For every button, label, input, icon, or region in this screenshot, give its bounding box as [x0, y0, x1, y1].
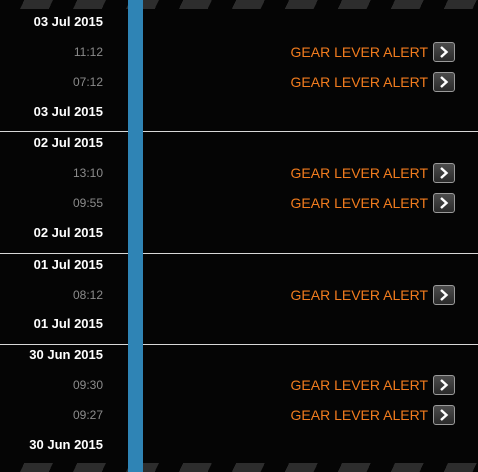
event-time: 09:30	[72, 378, 103, 392]
group-date-top: 03 Jul 2015	[33, 14, 103, 29]
event-alert-link[interactable]: GEAR LEVER ALERT	[228, 195, 428, 211]
chevron-right-icon	[440, 409, 449, 421]
bottom-stripe-decoration	[0, 463, 478, 472]
chevron-right-icon	[440, 76, 449, 88]
event-time: 11:12	[73, 45, 103, 59]
chevron-right-icon	[440, 197, 449, 209]
group-divider	[0, 344, 478, 345]
group-date-top: 02 Jul 2015	[33, 135, 103, 150]
chevron-right-icon	[440, 167, 449, 179]
group-date-bottom: 01 Jul 2015	[33, 316, 103, 331]
event-details-button[interactable]	[433, 193, 455, 213]
group-date-bottom: 30 Jun 2015	[29, 437, 103, 452]
event-alert-link[interactable]: GEAR LEVER ALERT	[228, 165, 428, 181]
event-time: 09:55	[72, 196, 103, 210]
event-time: 08:12	[72, 288, 103, 302]
group-date-top: 01 Jul 2015	[33, 257, 103, 272]
chevron-right-icon	[440, 379, 449, 391]
group-date-bottom: 03 Jul 2015	[33, 104, 103, 119]
event-details-button[interactable]	[433, 375, 455, 395]
event-details-button[interactable]	[433, 405, 455, 425]
event-alert-link[interactable]: GEAR LEVER ALERT	[228, 287, 428, 303]
group-divider	[0, 131, 478, 132]
event-details-button[interactable]	[433, 72, 455, 92]
event-alert-link[interactable]: GEAR LEVER ALERT	[228, 377, 428, 393]
top-stripe-decoration	[0, 0, 478, 9]
chevron-right-icon	[440, 46, 449, 58]
group-date-bottom: 02 Jul 2015	[33, 225, 103, 240]
timeline-rail	[128, 0, 143, 472]
chevron-right-icon	[440, 289, 449, 301]
event-details-button[interactable]	[433, 285, 455, 305]
group-date-top: 30 Jun 2015	[29, 347, 103, 362]
event-alert-link[interactable]: GEAR LEVER ALERT	[228, 74, 428, 90]
event-time: 13:10	[72, 166, 103, 180]
event-alert-link[interactable]: GEAR LEVER ALERT	[228, 44, 428, 60]
group-divider	[0, 253, 478, 254]
event-details-button[interactable]	[433, 163, 455, 183]
event-alert-link[interactable]: GEAR LEVER ALERT	[228, 407, 428, 423]
event-details-button[interactable]	[433, 42, 455, 62]
event-time: 07:12	[72, 75, 103, 89]
event-time: 09:27	[72, 408, 103, 422]
